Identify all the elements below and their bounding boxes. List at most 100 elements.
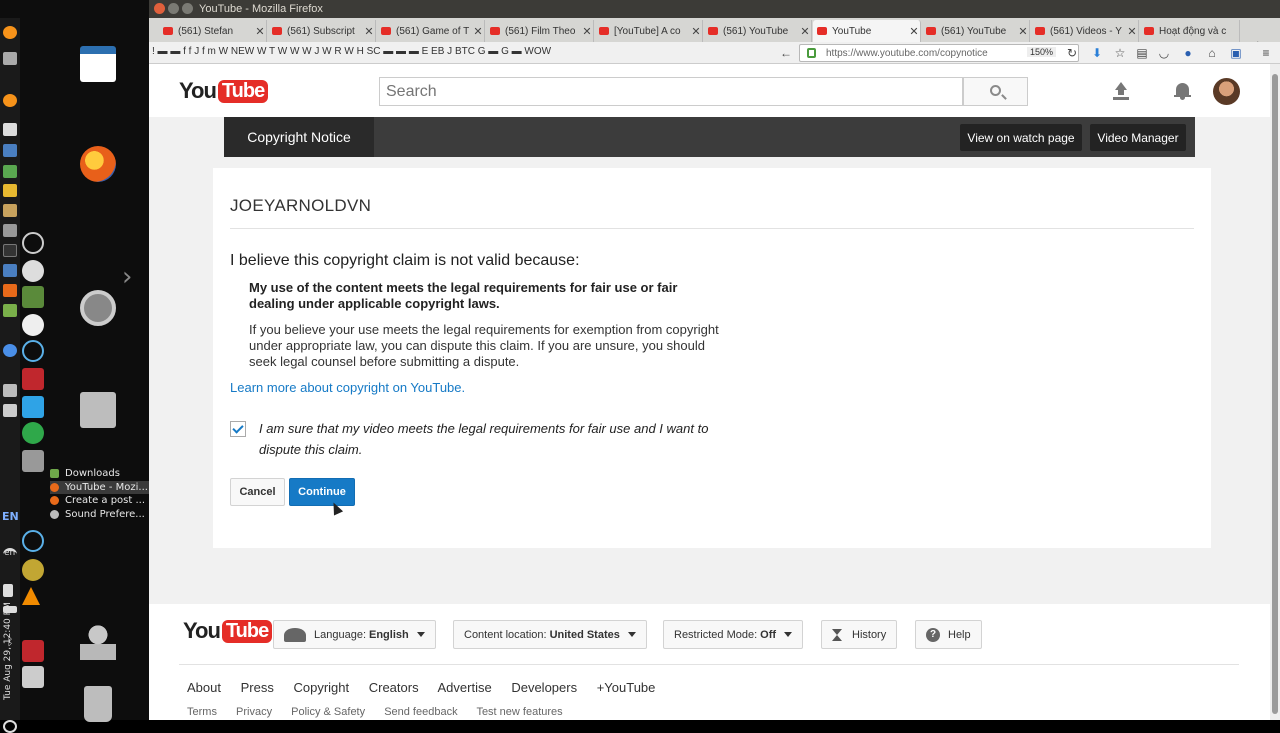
window-close-button[interactable]: [154, 3, 165, 14]
tab-close-icon[interactable]: ✕: [1017, 25, 1029, 38]
printer-tray-icon[interactable]: [3, 384, 17, 397]
continue-button[interactable]: Continue: [289, 478, 355, 506]
atom-dock-icon[interactable]: [22, 340, 44, 362]
bitcoin-tray-icon[interactable]: [3, 26, 17, 39]
footer-link-send-feedback[interactable]: Send feedback: [384, 706, 457, 718]
taskbar-item-sound-preferences[interactable]: Sound Prefere...: [50, 508, 149, 522]
cancel-button[interactable]: Cancel: [230, 478, 285, 506]
tab-close-icon[interactable]: ✕: [254, 25, 266, 38]
vlc-dock-icon[interactable]: [22, 587, 40, 605]
system-clock[interactable]: Tue Aug 29, 12:40 PM: [3, 600, 17, 700]
maps-dock-icon[interactable]: [22, 396, 44, 418]
webcam-dock-icon[interactable]: [22, 314, 44, 336]
video-manager-button[interactable]: Video Manager: [1090, 124, 1186, 151]
pocket-icon[interactable]: ◡: [1157, 46, 1171, 60]
settings-tray-icon[interactable]: [3, 224, 17, 237]
page-scrollbar[interactable]: [1270, 64, 1280, 720]
footer-link-creators[interactable]: Creators: [369, 680, 419, 695]
game-dock-icon[interactable]: [22, 286, 44, 308]
folder-tray-icon[interactable]: [3, 204, 17, 217]
footer-link-policy-safety[interactable]: Policy & Safety: [291, 706, 365, 718]
vpn-icon[interactable]: ●: [1181, 46, 1195, 60]
extension-icon[interactable]: ▣: [1229, 46, 1243, 60]
chevron-right-icon[interactable]: ›: [122, 262, 132, 292]
footer-link-about[interactable]: About: [187, 680, 221, 695]
screen-tray-icon[interactable]: [3, 404, 17, 417]
browser-tab[interactable]: (561) Videos - Y ✕: [1031, 20, 1139, 42]
spreadsheet-tray-icon[interactable]: [3, 165, 17, 178]
footer-link-advertise[interactable]: Advertise: [438, 680, 492, 695]
dogecoin-dock-icon[interactable]: [22, 559, 44, 581]
chrome-tray-icon[interactable]: [3, 344, 17, 357]
menu-hamburger-icon[interactable]: ≡: [1259, 46, 1273, 60]
footer-link-developers[interactable]: Developers: [511, 680, 577, 695]
url-bar[interactable]: https://www.youtube.com/copynotice 150%: [799, 44, 1079, 62]
home-icon[interactable]: ⌂: [1205, 46, 1219, 60]
tab-copyright-notice[interactable]: Copyright Notice: [224, 117, 374, 157]
restricted-mode-button[interactable]: Restricted Mode: Off: [663, 620, 804, 649]
keyboard-layout-indicator[interactable]: EN: [2, 510, 19, 523]
ubuntu-launcher-icon[interactable]: [80, 290, 116, 326]
footer-link-press[interactable]: Press: [241, 680, 274, 695]
search-input[interactable]: [379, 77, 963, 106]
footer-link-test-new-features[interactable]: Test new features: [476, 706, 562, 718]
upload-icon[interactable]: [1113, 82, 1129, 100]
filezilla-dock-icon[interactable]: [22, 368, 44, 390]
tab-close-icon[interactable]: ✕: [690, 25, 702, 38]
tab-close-icon[interactable]: ✕: [908, 25, 920, 38]
browser-tab[interactable]: (561) Game of T ✕: [377, 20, 485, 42]
browser-tab[interactable]: [YouTube] A co ✕: [595, 20, 703, 42]
taskbar-item-firefox[interactable]: YouTube - Mozi...: [50, 480, 149, 494]
tab-close-icon[interactable]: ✕: [363, 25, 375, 38]
learn-more-copyright-link[interactable]: Learn more about copyright on YouTube.: [230, 380, 465, 395]
browser-tab[interactable]: Hoạt động và c: [1140, 20, 1240, 42]
fair-use-confirmation-label[interactable]: I am sure that my video meets the legal …: [259, 418, 709, 460]
bookmark-star-icon[interactable]: ☆: [1113, 46, 1127, 60]
browser-tab[interactable]: (561) Film Theo ✕: [486, 20, 594, 42]
chat-tray-icon[interactable]: [3, 284, 17, 297]
zoom-indicator[interactable]: 150%: [1026, 47, 1056, 57]
firefox-launcher-icon[interactable]: [80, 146, 116, 182]
video-dock-icon[interactable]: [22, 450, 44, 472]
terminal-tray-icon[interactable]: [3, 244, 17, 257]
bitcoin-tray-icon-2[interactable]: [3, 94, 17, 107]
history-button[interactable]: History: [821, 620, 898, 649]
footer-link-copyright[interactable]: Copyright: [293, 680, 349, 695]
photo-tray-icon[interactable]: [3, 304, 17, 317]
browser-tab[interactable]: (561) YouTube ✕: [922, 20, 1030, 42]
document-tray-icon[interactable]: [3, 123, 17, 136]
browser-dock-icon[interactable]: [22, 260, 44, 282]
search-button[interactable]: [963, 77, 1028, 106]
content-location-picker-button[interactable]: Content location: United States: [453, 620, 647, 649]
monitor-tray-icon[interactable]: [3, 264, 17, 277]
download-icon[interactable]: ⬇: [1090, 46, 1104, 60]
tab-close-icon[interactable]: ✕: [799, 25, 811, 38]
view-on-watch-page-button[interactable]: View on watch page: [960, 124, 1082, 151]
scrollbar-thumb[interactable]: [1272, 74, 1278, 714]
calculator-tray-icon[interactable]: [3, 144, 17, 157]
tab-close-icon[interactable]: ✕: [472, 25, 484, 38]
window-minimize-button[interactable]: [168, 3, 179, 14]
volume-icon[interactable]: [3, 584, 13, 597]
user-launcher-icon[interactable]: [80, 624, 116, 660]
browser-tab-active[interactable]: YouTube ✕: [813, 20, 921, 42]
writer-launcher-icon[interactable]: [80, 46, 116, 82]
app-tray-icon[interactable]: [3, 52, 17, 65]
back-arrow-icon[interactable]: ←: [779, 46, 793, 60]
language-picker-button[interactable]: Language: English: [273, 620, 436, 649]
footer-link-privacy[interactable]: Privacy: [236, 706, 272, 718]
reading-list-icon[interactable]: ▤: [1135, 46, 1149, 60]
browser-tab[interactable]: (561) YouTube ✕: [704, 20, 812, 42]
taskbar-item-create-post[interactable]: Create a post ...: [50, 494, 149, 508]
tab-close-icon[interactable]: ✕: [1126, 25, 1138, 38]
trash-icon[interactable]: [84, 686, 112, 722]
youtube-logo[interactable]: You Tube: [179, 78, 269, 104]
browser-tab[interactable]: (561) Subscript ✕: [268, 20, 376, 42]
obs-dock-icon[interactable]: [22, 232, 44, 254]
archive-launcher-icon[interactable]: [80, 392, 116, 428]
power-icon[interactable]: [3, 720, 17, 733]
reload-icon[interactable]: ↻: [1065, 46, 1079, 60]
footer-link-terms[interactable]: Terms: [187, 706, 217, 718]
tab-close-icon[interactable]: ✕: [581, 25, 593, 38]
help-button[interactable]: ? Help: [915, 620, 982, 649]
